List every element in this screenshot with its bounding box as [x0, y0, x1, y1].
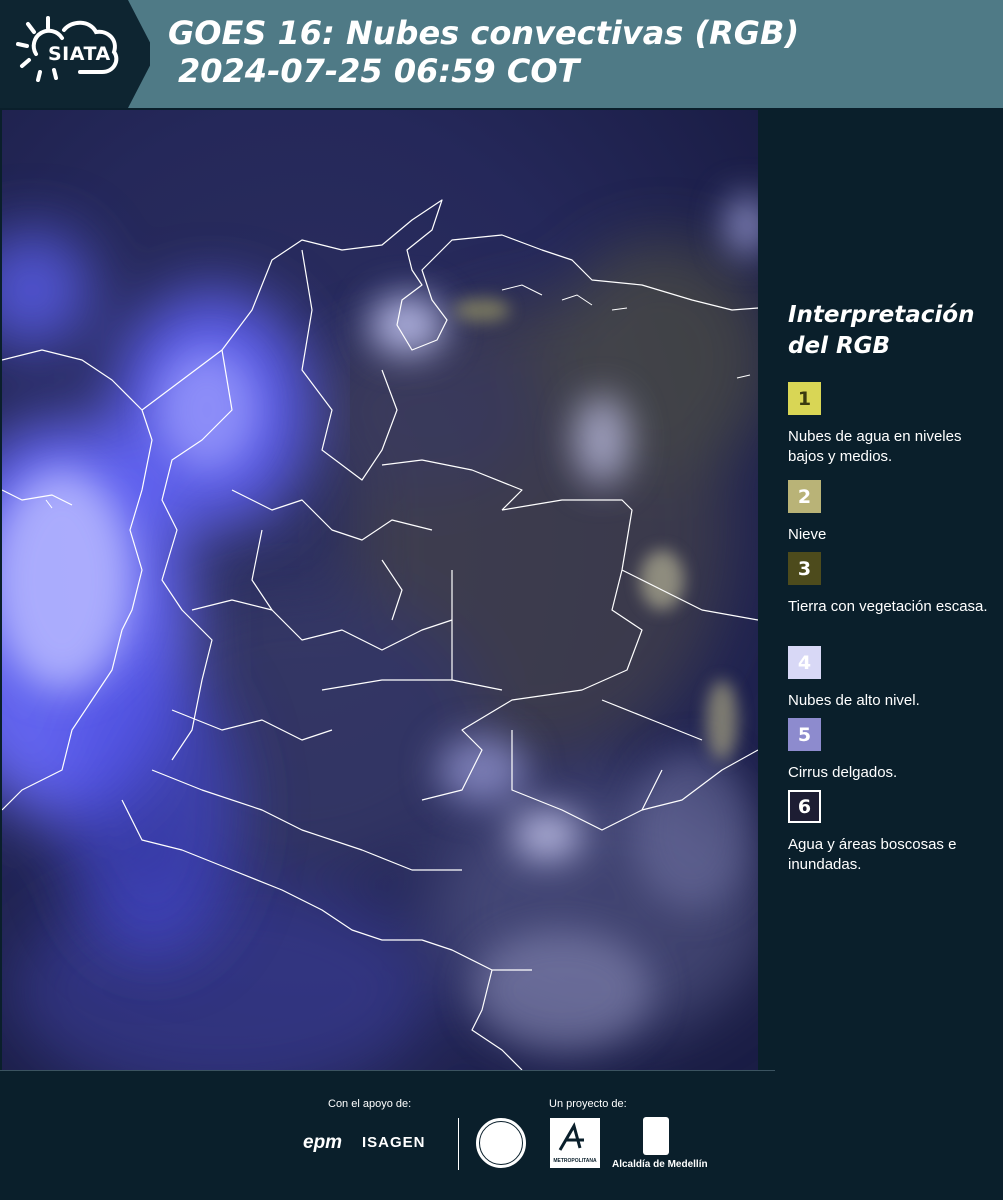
- siata-logo[interactable]: SIATA: [0, 0, 150, 108]
- legend-swatch: 6: [788, 790, 821, 823]
- legend-item: 4 Nubes de alto nivel.: [788, 646, 998, 711]
- legend-title: Interpretación del RGB: [788, 302, 975, 359]
- legend-item: 1 Nubes de agua en niveles bajos y medios…: [788, 382, 998, 467]
- medellin-seal-logo[interactable]: [476, 1118, 526, 1168]
- siata-brand-text: SIATA: [48, 43, 111, 65]
- legend-item: 2 Nieve: [788, 480, 998, 545]
- legend-item: 6 Agua y áreas boscosas e inundadas.: [788, 790, 998, 875]
- alcaldia-logo-text[interactable]: Alcaldía de Medellín: [612, 1159, 708, 1170]
- legend-swatch: 5: [788, 718, 821, 751]
- footer-divider-line: [0, 1070, 775, 1071]
- footer-vertical-divider: [458, 1118, 459, 1170]
- legend-label: Tierra con vegetación escasa.: [788, 598, 988, 615]
- page-timestamp: 2024-07-25 06:59 COT: [178, 52, 580, 90]
- project-caption: Un proyecto de:: [549, 1098, 627, 1110]
- area-logo-icon: [558, 1122, 584, 1151]
- alcaldia-emblem-icon[interactable]: [643, 1117, 669, 1155]
- satellite-map[interactable]: [2, 110, 758, 1070]
- satellite-map-image: [2, 110, 758, 1070]
- legend-label: Nubes de alto nivel.: [788, 692, 920, 709]
- legend-swatch: 1: [788, 382, 821, 415]
- legend-item: 5 Cirrus delgados.: [788, 718, 998, 783]
- legend-label: Cirrus delgados.: [788, 764, 898, 781]
- support-caption: Con el apoyo de:: [328, 1098, 412, 1110]
- area-metropolitana-logo[interactable]: METROPOLITANA: [550, 1118, 600, 1168]
- legend-label: Nubes de agua en niveles bajos y medios.: [788, 428, 962, 465]
- footer: Con el apoyo de: Un proyecto de: epm ISA…: [0, 1070, 1003, 1200]
- legend-label: Agua y áreas boscosas e inundadas.: [788, 836, 957, 873]
- header-bar: SIATA GOES 16: Nubes convectivas (RGB) 2…: [0, 0, 1003, 108]
- legend-item: 3 Tierra con vegetación escasa.: [788, 552, 998, 617]
- page-title: GOES 16: Nubes convectivas (RGB): [168, 14, 800, 52]
- legend-swatch: 2: [788, 480, 821, 513]
- epm-logo[interactable]: epm: [303, 1132, 342, 1154]
- legend-swatch: 3: [788, 552, 821, 585]
- isagen-logo[interactable]: ISAGEN: [362, 1134, 426, 1151]
- legend-label: Nieve: [788, 526, 827, 543]
- legend-swatch: 4: [788, 646, 821, 679]
- area-logo-text: METROPOLITANA: [553, 1158, 597, 1164]
